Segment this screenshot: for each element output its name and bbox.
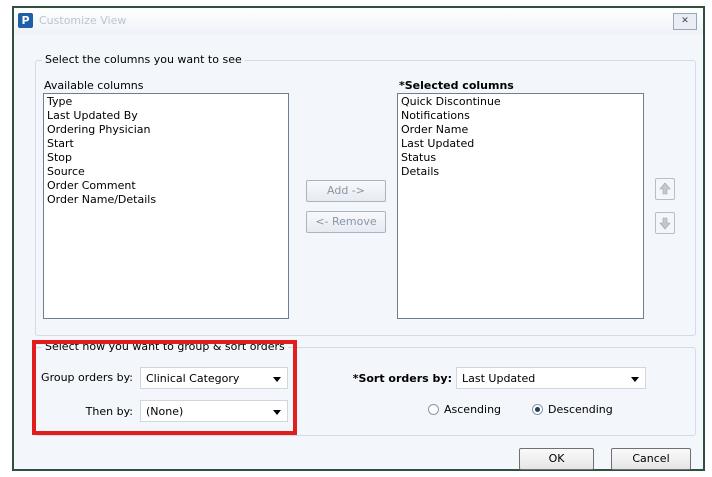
list-item[interactable]: Stop	[47, 151, 288, 165]
list-item[interactable]: Last Updated	[401, 137, 643, 151]
close-button[interactable]: ✕	[673, 13, 697, 30]
list-item[interactable]: Notifications	[401, 109, 643, 123]
ascending-radio-dot	[428, 404, 439, 415]
descending-radio-dot	[532, 404, 543, 415]
ok-button[interactable]: OK	[519, 448, 594, 470]
list-item[interactable]: Ordering Physician	[47, 123, 288, 137]
chevron-down-icon	[631, 377, 639, 382]
cancel-button[interactable]: Cancel	[611, 448, 691, 470]
sort-by-value: Last Updated	[462, 372, 536, 385]
sort-by-select[interactable]: Last Updated	[456, 367, 646, 389]
list-item[interactable]: Order Comment	[47, 179, 288, 193]
descending-label: Descending	[548, 403, 613, 416]
list-item[interactable]: Details	[401, 165, 643, 179]
selected-columns-label: *Selected columns	[399, 79, 514, 92]
move-down-button[interactable]	[655, 212, 675, 234]
up-arrow-icon	[659, 182, 671, 195]
list-item[interactable]: Quick Discontinue	[401, 95, 643, 109]
move-up-button[interactable]	[655, 178, 675, 200]
title-bar: P Customize View ✕	[14, 8, 703, 34]
list-item[interactable]: Order Name/Details	[47, 193, 288, 207]
ascending-label: Ascending	[444, 403, 502, 416]
window-title: Customize View	[39, 14, 127, 27]
list-item[interactable]: Last Updated By	[47, 109, 288, 123]
list-item[interactable]: Order Name	[401, 123, 643, 137]
available-columns-list[interactable]: Type Last Updated By Ordering Physician Sta…	[43, 93, 289, 319]
add-button[interactable]: Add ->	[306, 180, 386, 202]
sort-by-label: *Sort orders by:	[352, 372, 452, 385]
highlight-box	[32, 340, 297, 435]
list-item[interactable]: Type	[47, 95, 288, 109]
down-arrow-icon	[659, 217, 671, 230]
available-columns-label: Available columns	[44, 79, 144, 92]
remove-button[interactable]: <- Remove	[306, 211, 386, 233]
list-item[interactable]: Source	[47, 165, 288, 179]
selected-columns-list[interactable]: Quick Discontinue Notifications Order Name…	[397, 93, 644, 319]
columns-group-legend: Select the columns you want to see	[42, 53, 245, 66]
app-logo-icon: P	[18, 13, 33, 28]
list-item[interactable]: Start	[47, 137, 288, 151]
list-item[interactable]: Status	[401, 151, 643, 165]
